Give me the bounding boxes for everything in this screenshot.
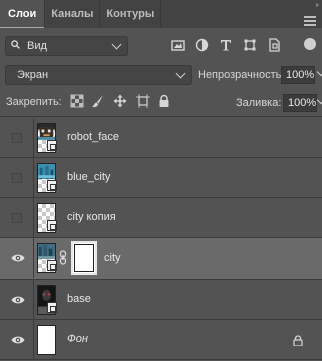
lock-image-pixels-icon[interactable] (91, 94, 105, 108)
tab-channels[interactable]: Каналы (45, 0, 99, 28)
collapse-arrows-icon[interactable]: ›› (315, 2, 319, 9)
layer-row[interactable]: robot_face (0, 118, 322, 158)
layer-thumbnail (37, 325, 56, 355)
tab-paths[interactable]: Контуры (100, 0, 160, 28)
layer-row[interactable]: city копия (0, 198, 322, 238)
eye-icon (11, 254, 25, 262)
filter-kind-label: Вид (27, 40, 47, 52)
filter-toggle-switch[interactable] (304, 38, 316, 50)
blend-mode-select[interactable]: Экран (5, 65, 192, 85)
layer-name[interactable]: blue_city (67, 171, 110, 183)
visibility-off-box (12, 213, 22, 223)
visibility-off-box (12, 133, 22, 143)
blend-mode-label: Экран (17, 69, 49, 81)
lock-label: Закрепить: (6, 96, 62, 108)
layer-row-selected[interactable]: city (0, 238, 322, 280)
tab-divider (160, 0, 162, 28)
panel-menu-icon[interactable] (304, 16, 316, 26)
visibility-toggle[interactable] (0, 158, 34, 198)
smart-object-filter-icon[interactable] (266, 37, 282, 53)
type-filter-icon[interactable] (218, 37, 234, 53)
layer-name[interactable]: city копия (67, 211, 116, 223)
image-filter-icon[interactable] (170, 37, 186, 53)
lock-icon[interactable] (293, 335, 303, 346)
eye-icon (11, 336, 25, 344)
lock-artboard-icon[interactable] (136, 94, 150, 108)
lock-all-icon[interactable] (157, 94, 171, 108)
fill-label: Заливка: (236, 97, 282, 109)
visibility-toggle[interactable] (0, 280, 34, 320)
lock-position-icon[interactable] (113, 94, 127, 108)
fill-dropdown-arrow-icon[interactable] (316, 95, 322, 105)
layer-filter-select[interactable]: Вид (5, 36, 128, 56)
lock-transparent-pixels-icon[interactable] (70, 94, 84, 108)
visibility-toggle[interactable] (0, 198, 34, 238)
adjustment-filter-icon[interactable] (194, 37, 210, 53)
layer-mask-thumbnail[interactable] (71, 241, 97, 275)
opacity-label: Непрозрачность: (198, 69, 285, 81)
layer-row[interactable]: blue_city (0, 158, 322, 198)
smart-object-badge-icon (47, 302, 57, 313)
smart-object-badge-icon (47, 140, 57, 151)
visibility-toggle[interactable] (0, 118, 34, 158)
chevron-down-icon (111, 39, 122, 50)
layer-name[interactable]: Фон (67, 333, 88, 345)
smart-object-badge-icon (47, 260, 57, 271)
fill-input[interactable]: 100% (283, 94, 317, 112)
layer-name[interactable]: city (104, 252, 121, 264)
shape-filter-icon[interactable] (242, 37, 258, 53)
layer-name[interactable]: robot_face (67, 131, 119, 143)
search-icon (11, 40, 20, 49)
visibility-off-box (12, 173, 22, 183)
layer-row[interactable]: Фон (0, 320, 322, 360)
link-chain-icon[interactable] (59, 250, 67, 265)
smart-object-badge-icon (47, 180, 57, 191)
panel-tab-bar: Слои Каналы Контуры (0, 0, 322, 28)
eye-icon (11, 296, 25, 304)
layers-list: robot_face blue_city city копия city bas… (0, 117, 322, 361)
layer-name[interactable]: base (67, 293, 91, 305)
opacity-dropdown-arrow-icon[interactable] (316, 67, 322, 77)
smart-object-badge-icon (47, 220, 57, 231)
layer-row[interactable]: base (0, 280, 322, 320)
visibility-toggle[interactable] (0, 238, 34, 278)
chevron-down-icon (175, 68, 186, 79)
tab-layers[interactable]: Слои (0, 0, 45, 28)
visibility-toggle[interactable] (0, 320, 34, 360)
opacity-input[interactable]: 100% (281, 66, 315, 84)
